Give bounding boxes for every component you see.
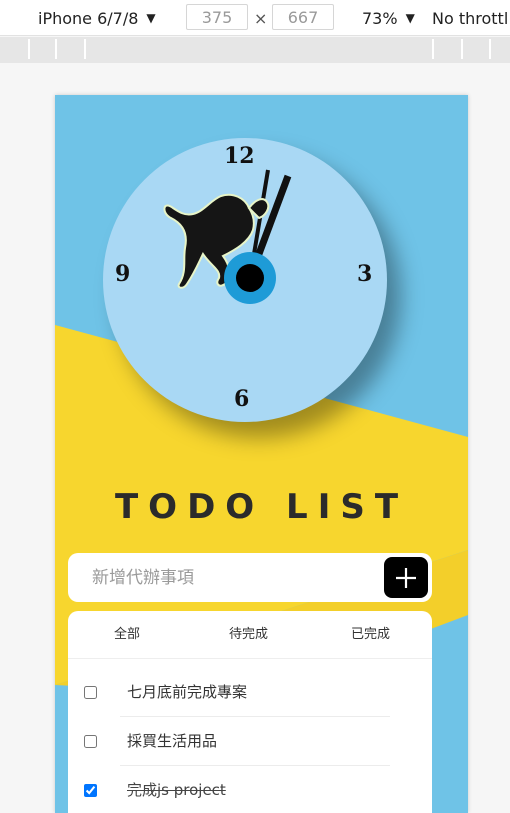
- new-todo-input[interactable]: [92, 553, 372, 602]
- tab-pending[interactable]: 待完成: [229, 611, 268, 659]
- ruler-tick: [84, 39, 86, 59]
- todo-item: 完成js project: [68, 766, 432, 813]
- filter-tabs: 全部 待完成 已完成: [68, 611, 432, 659]
- caret-down-icon: ▼: [146, 11, 156, 25]
- media-query-ruler[interactable]: [0, 37, 510, 63]
- ruler-tick: [55, 39, 57, 59]
- new-todo-form: [68, 553, 432, 602]
- todo-item: 七月底前完成專案: [68, 668, 432, 717]
- todo-text: 完成js project: [127, 781, 226, 799]
- caret-down-icon: ▼: [405, 11, 415, 25]
- clock-number-9: 9: [115, 261, 131, 287]
- devtools-toolbar: iPhone 6/7/8 ▼ 375 × 667 73% ▼ No thrott…: [0, 0, 510, 36]
- clock-number-12: 12: [224, 143, 255, 169]
- height-input[interactable]: 667: [272, 4, 334, 30]
- tab-completed[interactable]: 已完成: [351, 611, 390, 659]
- todo-item: 採買生活用品: [68, 717, 432, 766]
- ruler-tick: [461, 39, 463, 59]
- todo-text: 採買生活用品: [127, 732, 218, 750]
- clock-number-3: 3: [357, 261, 373, 287]
- app-title: TODO LIST: [114, 487, 409, 527]
- device-name: iPhone 6/7/8: [38, 8, 139, 28]
- cat-silhouette-icon: [163, 169, 292, 304]
- device-selector[interactable]: iPhone 6/7/8 ▼: [38, 0, 156, 36]
- ruler-tick: [28, 39, 30, 59]
- todo-text: 七月底前完成專案: [127, 683, 248, 701]
- clock-number-6: 6: [234, 386, 250, 412]
- zoom-value: 73%: [362, 8, 398, 28]
- throttle-selector[interactable]: No throttl: [432, 0, 508, 36]
- todo-list-card: 全部 待完成 已完成 七月底前完成專案 採買生活用品 完成js project: [68, 611, 432, 813]
- width-input[interactable]: 375: [186, 4, 248, 30]
- add-todo-button[interactable]: [384, 557, 428, 598]
- plus-icon: [396, 567, 416, 588]
- todo-checkbox[interactable]: [84, 686, 97, 699]
- ruler-tick: [432, 39, 434, 59]
- todo-checkbox[interactable]: [84, 784, 97, 797]
- zoom-selector[interactable]: 73% ▼: [362, 0, 415, 36]
- tab-all[interactable]: 全部: [114, 611, 140, 659]
- times-icon: ×: [254, 8, 268, 28]
- todo-checkbox[interactable]: [84, 735, 97, 748]
- clock: 12 3 6 9: [103, 138, 387, 422]
- ruler-tick: [489, 39, 491, 59]
- phone-viewport: 12 3 6 9 TODO LIST 全部 待完成 已完成 七月底前完成專案 採…: [55, 95, 468, 813]
